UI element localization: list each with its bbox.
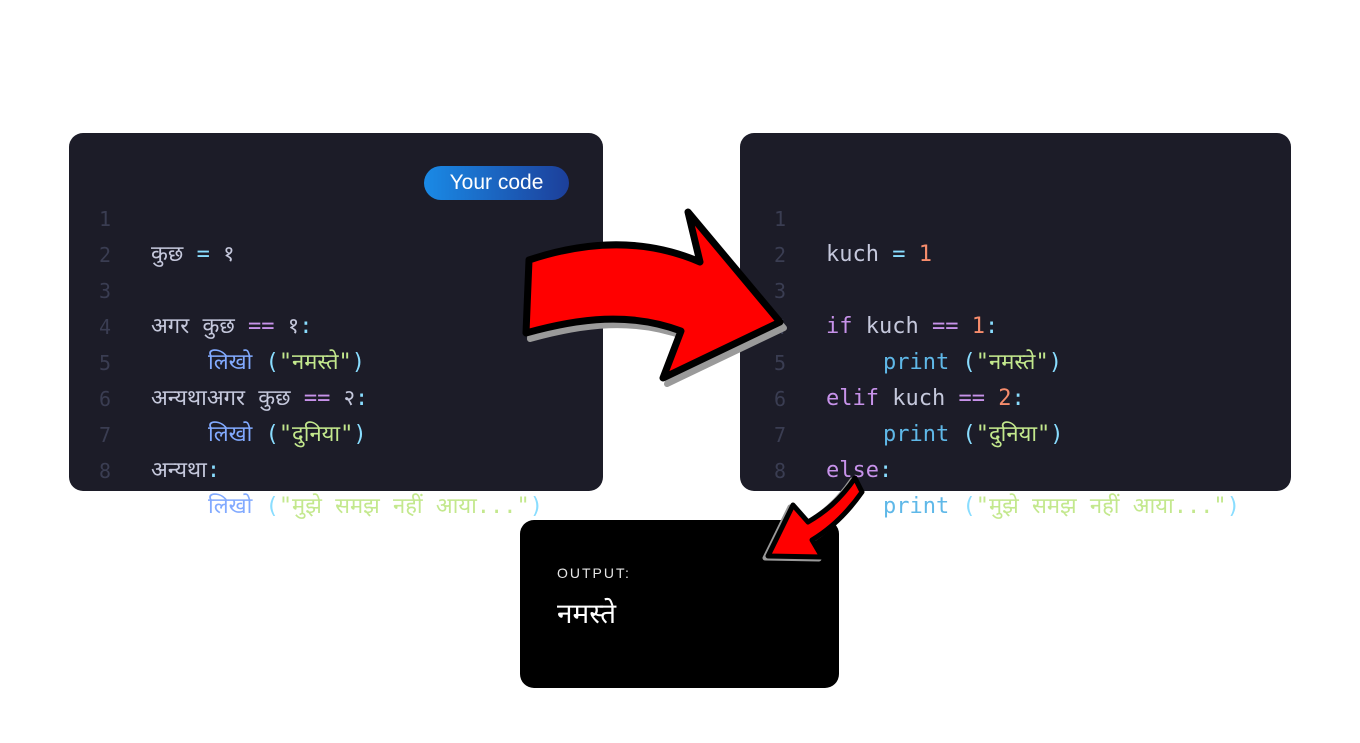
curved-arrow-down-icon: [762, 475, 865, 562]
